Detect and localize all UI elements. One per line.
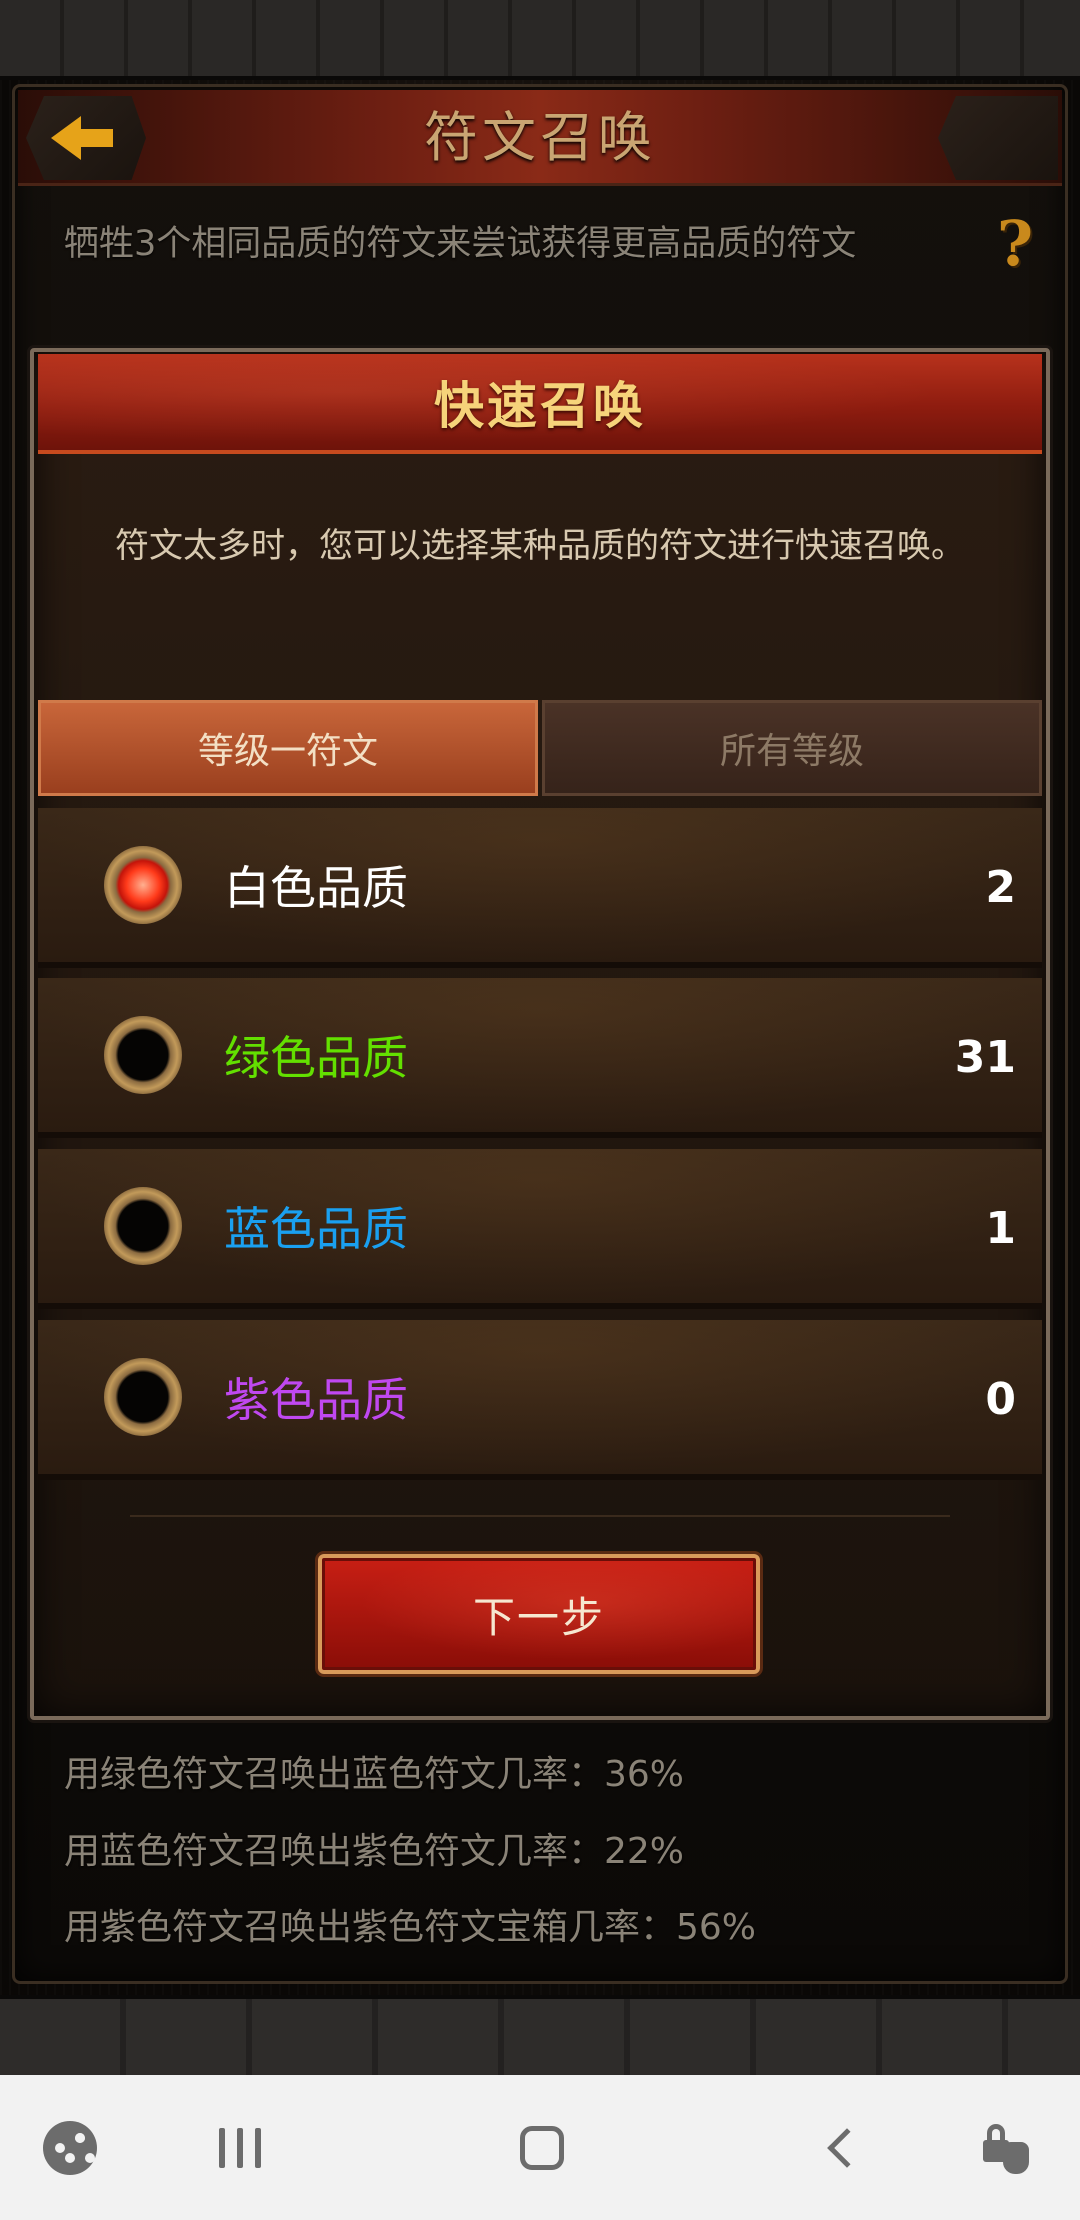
game-launcher-button[interactable] [30, 2105, 110, 2191]
rune-count: 1 [985, 1203, 1016, 1254]
radio-unselected-icon[interactable] [104, 1016, 182, 1094]
recent-apps-icon [219, 2128, 261, 2168]
quality-option-purple[interactable]: 紫色品质 0 [38, 1320, 1042, 1480]
radio-unselected-icon[interactable] [104, 1358, 182, 1436]
quality-option-blue[interactable]: 蓝色品质 1 [38, 1149, 1042, 1309]
rate-blue-to-purple: 用蓝色符文召唤出紫色符文几率：22% [64, 1831, 685, 1872]
back-button[interactable] [26, 96, 146, 180]
rune-count: 31 [954, 1032, 1016, 1083]
dialog-header: 快速召唤 [38, 354, 1042, 454]
quality-option-green[interactable]: 绿色品质 31 [38, 978, 1042, 1138]
rune-level-tabs: 等级一符文 所有等级 [38, 700, 1042, 796]
top-stone-border [0, 0, 1080, 80]
tab-all-levels[interactable]: 所有等级 [542, 700, 1042, 796]
radio-unselected-icon[interactable] [104, 1187, 182, 1265]
page-title: 符文召唤 [424, 106, 656, 169]
question-mark-icon[interactable]: ? [990, 213, 1040, 275]
home-icon [520, 2126, 564, 2170]
game-launcher-icon [43, 2121, 97, 2175]
rate-purple-to-chest: 用紫色符文召唤出紫色符文宝箱几率：56% [64, 1907, 757, 1948]
quality-label: 蓝色品质 [224, 1202, 408, 1256]
back-icon [827, 2128, 867, 2168]
recent-apps-button[interactable] [200, 2105, 280, 2191]
dialog-divider [130, 1515, 950, 1517]
system-back-button[interactable] [800, 2105, 880, 2191]
quality-label: 紫色品质 [224, 1373, 408, 1427]
rate-green-to-blue: 用绿色符文召唤出蓝色符文几率：36% [64, 1754, 685, 1795]
quality-label: 白色品质 [224, 861, 408, 915]
radio-selected-icon[interactable] [104, 846, 182, 924]
quality-label: 绿色品质 [224, 1031, 408, 1085]
dialog-message: 符文太多时，您可以选择某种品质的符文进行快速召唤。 [115, 526, 965, 566]
quality-option-white[interactable]: 白色品质 2 [38, 808, 1042, 968]
summon-description: 牺牲3个相同品质的符文来尝试获得更高品质的符文 [64, 224, 857, 264]
back-arrow-icon [51, 116, 113, 160]
rune-count: 2 [985, 862, 1016, 913]
bottom-stone-border [0, 1995, 1080, 2075]
touch-lock-icon [979, 2118, 1033, 2178]
home-button[interactable] [502, 2105, 582, 2191]
touch-lock-button[interactable] [966, 2105, 1046, 2191]
next-step-button[interactable]: 下一步 [318, 1554, 760, 1674]
title-ornament [938, 96, 1058, 180]
game-screen: 符文召唤 牺牲3个相同品质的符文来尝试获得更高品质的符文 ? 快速召唤 符文太多… [0, 0, 1080, 2220]
system-navigation-bar [0, 2075, 1080, 2220]
dialog-title: 快速召唤 [434, 377, 646, 435]
tab-level-one-runes[interactable]: 等级一符文 [38, 700, 538, 796]
rune-count: 0 [985, 1374, 1016, 1425]
